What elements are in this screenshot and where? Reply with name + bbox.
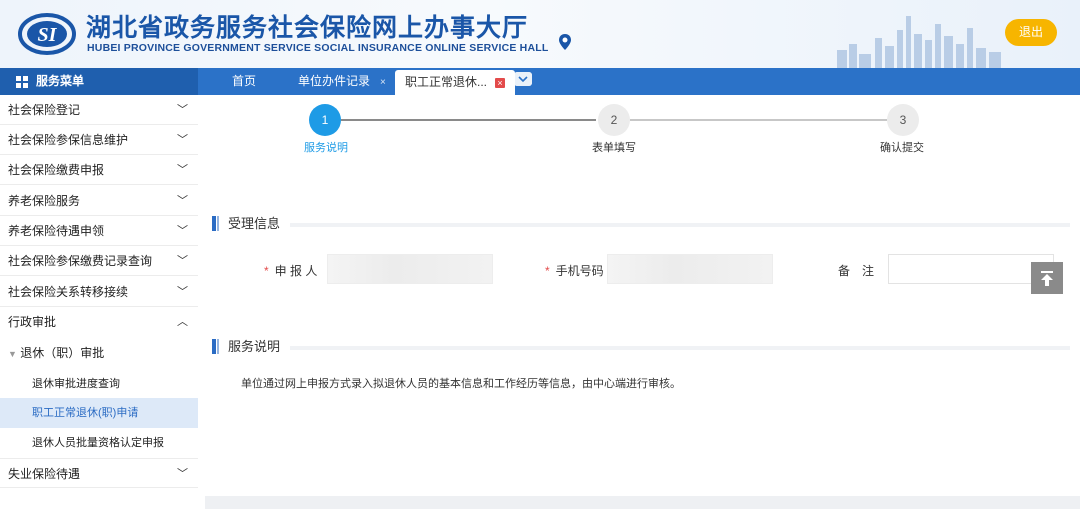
sidebar-item-pension-benefit-claim[interactable]: 养老保险待遇申领 ﹀ [0,216,198,246]
required-mark: * [264,264,269,278]
sidebar-item-label: 养老保险待遇申领 [8,224,105,238]
phone-label: * 手机号码 [545,262,604,279]
phone-input[interactable] [607,254,773,284]
arrow-up-icon [1041,271,1053,286]
section-title: 受理信息 [228,216,281,231]
site-title: 湖北省政务服务社会保险网上办事大厅 [86,14,529,42]
section-bar [212,339,216,354]
sidebar-subitem-batch-qualification[interactable]: 退休人员批量资格认定申报 [0,428,198,458]
remark-label: 备 注 [838,262,874,279]
tabs-more-icon[interactable] [514,72,532,86]
social-insurance-logo: SI [18,13,76,55]
field-label-text: 备 注 [838,264,875,278]
tab-label: 首页 [232,74,257,88]
section-bar [212,216,216,231]
sidebar-subitem-retirement-application[interactable]: 职工正常退休(职)申请 [0,398,198,428]
sidebar-subitem-label: 退休人员批量资格认定申报 [32,437,164,449]
step-connector [341,119,596,121]
tab-label: 单位办件记录 [298,74,371,88]
sidebar-item-relation-transfer[interactable]: 社会保险关系转移接续 ﹀ [0,277,198,307]
sidebar-item-label: 社会保险参保信息维护 [8,133,129,147]
grid-icon [16,75,28,88]
sidebar-item-insured-info-maintenance[interactable]: 社会保险参保信息维护 ﹀ [0,125,198,155]
acceptance-info-section-header: 受理信息 [212,215,1070,233]
sidebar-item-unemployment-benefit[interactable]: 失业保险待遇 ﹀ [0,458,198,488]
applicant-label: * 申 报 人 [264,262,317,279]
sidebar-item-label: 失业保险待遇 [8,467,81,481]
step-2-circle: 2 [598,104,630,136]
section-title: 服务说明 [228,339,281,354]
city-skyline-illustration [837,16,1001,68]
content-bottom-bar [205,496,1080,509]
sidebar-item-label: 社会保险缴费申报 [8,163,105,177]
tab-home[interactable]: 首页 [222,68,266,95]
service-menu-title: 服务菜单 [0,68,198,95]
chevron-down-icon: ﹀ [177,286,188,298]
service-description-section-header: 服务说明 [212,338,1070,356]
chevron-down-icon: ﹀ [177,164,188,176]
sidebar-item-payment-declaration[interactable]: 社会保险缴费申报 ﹀ [0,155,198,185]
sidebar-item-label: 社会保险关系转移接续 [8,285,129,299]
triangle-down-icon: ▼ [8,349,17,359]
sidebar-item-payment-record-query[interactable]: 社会保险参保缴费记录查询 ﹀ [0,246,198,276]
back-to-top-button[interactable] [1031,262,1063,294]
sidebar-subitem-label: 退休审批进度查询 [32,378,120,390]
sidebar-group-label: 退休（职）审批 [20,346,105,360]
remark-input[interactable] [888,254,1054,284]
chevron-down-icon: ﹀ [177,104,188,116]
sidebar-item-label: 社会保险登记 [8,103,81,117]
sidebar-group-retirement-approval[interactable]: ▼ 退休（职）审批 [0,338,198,368]
field-label-text: 手机号码 [555,264,604,278]
chevron-down-icon: ﹀ [177,468,188,480]
chevron-down-icon: ﹀ [177,225,188,237]
tab-close-icon[interactable]: × [495,78,506,88]
sidebar-menu: 社会保险登记 ﹀ 社会保险参保信息维护 ﹀ 社会保险缴费申报 ﹀ 养老保险服务 ﹀ 养老… [0,95,198,509]
sidebar-item-label: 行政审批 [8,315,57,329]
chevron-up-icon: ︿ [177,316,188,328]
tab-close-icon[interactable]: × [380,77,386,88]
top-navigation-bar: 服务菜单 首页 单位办件记录 × 职工正常退休... × [0,68,1080,95]
required-mark: * [545,264,550,278]
sidebar-subitem-label: 职工正常退休(职)申请 [32,407,139,419]
sidebar-subitem-approval-progress[interactable]: 退休审批进度查询 [0,369,198,399]
sidebar-item-social-insurance-registration[interactable]: 社会保险登记 ﹀ [0,95,198,125]
step-3-circle: 3 [887,104,919,136]
tab-unit-records[interactable]: 单位办件记录 × [288,68,396,95]
applicant-input[interactable] [327,254,493,284]
step-1-circle: 1 [309,104,341,136]
field-label-text: 申 报 人 [274,264,318,278]
main-content [198,95,1080,509]
service-menu-label: 服务菜单 [36,74,85,88]
header: SI 湖北省政务服务社会保险网上办事大厅 HUBEI PROVINCE GOVE… [0,0,1080,68]
sidebar-item-pension-service[interactable]: 养老保险服务 ﹀ [0,186,198,216]
chevron-down-icon: ﹀ [177,195,188,207]
chevron-down-icon: ﹀ [177,255,188,267]
step-connector [630,119,887,121]
chevron-down-icon: ﹀ [177,134,188,146]
svg-text:SI: SI [38,24,58,46]
site-subtitle-en: HUBEI PROVINCE GOVERNMENT SERVICE SOCIAL… [87,42,549,54]
step-3-label: 确认提交 [880,142,924,154]
section-bar [217,339,219,354]
service-description-text: 单位通过网上申报方式录入拟退休人员的基本信息和工作经历等信息，由中心端进行审核。 [241,378,681,390]
sidebar-item-label: 社会保险参保缴费记录查询 [8,254,153,268]
section-rule [290,346,1070,350]
step-2-label: 表单填写 [592,142,636,154]
logout-button[interactable]: 退出 [1005,19,1057,46]
section-rule [290,223,1070,227]
tab-label: 职工正常退休... [405,75,488,89]
sidebar-item-label: 养老保险服务 [8,194,81,208]
tab-retirement-application[interactable]: 职工正常退休... × [395,70,516,95]
section-bar [217,216,219,231]
step-1-label: 服务说明 [304,142,348,154]
location-pin-icon[interactable] [557,33,573,51]
sidebar-item-administrative-approval[interactable]: 行政审批 ︿ [0,307,198,337]
